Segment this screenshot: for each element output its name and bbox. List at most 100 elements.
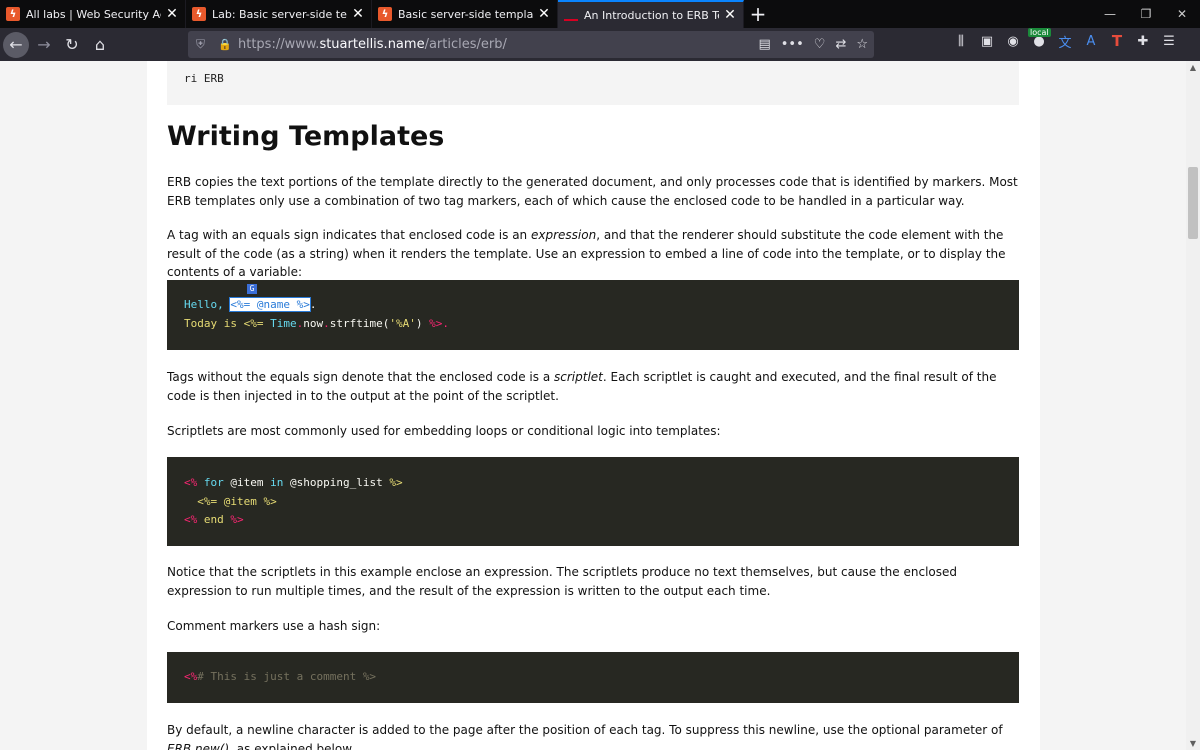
code-token: ) — [415, 316, 430, 330]
scroll-up-icon[interactable]: ▲ — [1186, 63, 1200, 72]
code-token: '%A' — [389, 316, 416, 330]
code-line: Hello, <%= @name %>. — [184, 296, 1002, 315]
portswigger-icon: ϟ — [6, 7, 20, 21]
code-token: @shopping_list — [283, 476, 390, 489]
code-token: end — [197, 513, 231, 526]
code-block-ri: ri ERB — [167, 61, 1019, 105]
navigation-toolbar: ← → ↻ ⌂ ⛨ 🔒 https://www.stuartellis.name… — [0, 28, 1200, 61]
back-button[interactable]: ← — [3, 31, 29, 58]
new-tab-button[interactable]: + — [744, 0, 772, 28]
reader-view-icon[interactable]: ▤ — [758, 37, 770, 52]
close-tab-icon[interactable]: ✕ — [723, 7, 737, 23]
emphasis: ERB.new() — [167, 741, 230, 750]
url-bar[interactable]: ⛨ 🔒 https://www.stuartellis.name/article… — [188, 31, 874, 58]
code-token: . — [309, 298, 317, 311]
paragraph-text: By default, a newline character is added… — [167, 723, 1003, 737]
code-token: . — [442, 316, 449, 330]
minimize-icon[interactable]: — — [1092, 0, 1128, 28]
site-favicon-icon — [564, 15, 578, 21]
paragraph: Notice that the scriptlets in this examp… — [167, 565, 957, 598]
article-content: ri ERB Writing Templates ERB copies the … — [147, 61, 1040, 750]
code-line: ri ERB — [184, 72, 224, 85]
reload-button[interactable]: ↻ — [59, 32, 85, 58]
translate-popup-icon[interactable]: G — [247, 284, 257, 294]
code-token: %> — [389, 476, 403, 489]
foxyproxy-icon[interactable]: local ● — [1028, 28, 1051, 50]
code-token: <% — [184, 513, 198, 526]
t-extension-icon[interactable]: T — [1108, 32, 1126, 50]
selected-text[interactable]: <%= @name %> — [229, 297, 311, 312]
page-actions-icon[interactable]: ••• — [781, 37, 804, 52]
paragraph: Tags without the equals sign denote that… — [167, 368, 1019, 405]
code-token: now — [303, 316, 324, 330]
paragraph-text: A tag with an equals sign indicates that… — [167, 228, 531, 242]
code-token: . — [323, 316, 330, 330]
menu-icon[interactable]: ☰ — [1160, 32, 1178, 50]
local-badge: local — [1028, 28, 1051, 37]
url-host: stuartellis.name — [319, 37, 425, 52]
bookmark-star-icon[interactable]: ☆ — [856, 37, 868, 52]
library-icon[interactable]: ⫼ — [952, 32, 970, 50]
home-button[interactable]: ⌂ — [87, 32, 113, 58]
language-extension-icon[interactable]: A — [1082, 32, 1100, 50]
paragraph: By default, a newline character is added… — [167, 721, 1019, 750]
code-token: # This is just a comment %> — [197, 670, 377, 683]
close-window-icon[interactable]: ✕ — [1164, 0, 1200, 28]
tab-erb-intro[interactable]: An Introduction to ERB Templating ✕ — [558, 0, 744, 28]
vertical-scrollbar[interactable]: ▲ ▼ — [1186, 61, 1200, 750]
code-token: %> — [230, 513, 244, 526]
tab-label: An Introduction to ERB Templating — [584, 8, 719, 22]
code-line: Today is <%= Time.now.strftime('%A') %>. — [184, 315, 1002, 334]
code-line: <% for @item in @shopping_list %> — [184, 474, 1002, 493]
url-prefix: https://www. — [238, 37, 320, 52]
restore-icon[interactable]: ❐ — [1128, 0, 1164, 28]
pocket-icon[interactable]: ♡ — [814, 37, 826, 52]
scrollbar-thumb[interactable] — [1188, 167, 1198, 239]
tab-bar: ϟ All labs | Web Security Academy ✕ ϟ La… — [0, 0, 1200, 28]
code-token: strftime( — [329, 316, 390, 330]
code-token: Time — [270, 316, 297, 330]
url-text[interactable]: https://www.stuartellis.name/articles/er… — [238, 37, 507, 52]
toolbar-right: ⫼ ▣ ◉ local ● 文 A T ✚ ☰ — [952, 28, 1178, 51]
paragraph-text: Tags without the equals sign denote that… — [167, 370, 554, 384]
tab-label: Basic server-side template injection — [398, 7, 533, 21]
code-token: for — [197, 476, 231, 489]
code-line: <%= @item %> — [184, 494, 277, 508]
paragraph: ERB copies the text portions of the temp… — [167, 175, 1018, 208]
translate-icon[interactable]: ⇄ — [835, 37, 846, 52]
emphasis: expression — [530, 228, 597, 242]
tracking-shield-icon[interactable]: ⛨ — [196, 37, 210, 52]
extensions-icon[interactable]: ✚ — [1134, 32, 1152, 50]
code-token: in — [270, 476, 284, 489]
code-token: %> — [429, 316, 443, 330]
tab-basic-ssti[interactable]: ϟ Basic server-side template injection ✕ — [372, 0, 558, 28]
lock-icon[interactable]: 🔒 — [218, 38, 232, 51]
account-icon[interactable]: ◉ — [1004, 32, 1022, 50]
forward-button[interactable]: → — [31, 32, 57, 58]
urlbar-actions: ▤ ••• ♡ ⇄ ☆ — [758, 37, 868, 52]
close-tab-icon[interactable]: ✕ — [351, 6, 365, 22]
tab-label: All labs | Web Security Academy — [26, 7, 161, 21]
code-token: Hello, — [184, 298, 231, 311]
paragraph: A tag with an equals sign indicates that… — [167, 226, 1019, 282]
paragraph-text: , as explained below. — [229, 741, 355, 750]
code-block-expression: G Hello, <%= @name %>. Today is <%= Time… — [167, 280, 1019, 350]
sidebar-icon[interactable]: ▣ — [978, 32, 996, 50]
paragraph: Scriptlets are most commonly used for em… — [167, 424, 721, 438]
code-token: <% — [184, 476, 198, 489]
code-block-comment: <%# This is just a comment %> — [167, 652, 1019, 703]
window-controls: — ❐ ✕ — [1092, 0, 1200, 28]
code-token: @item — [230, 476, 271, 489]
paragraph: Comment markers use a hash sign: — [167, 619, 381, 633]
close-tab-icon[interactable]: ✕ — [537, 6, 551, 22]
portswigger-icon: ϟ — [378, 7, 392, 21]
scroll-down-icon[interactable]: ▼ — [1186, 739, 1200, 748]
page-viewport: ri ERB Writing Templates ERB copies the … — [0, 61, 1186, 750]
tab-all-labs[interactable]: ϟ All labs | Web Security Academy ✕ — [0, 0, 186, 28]
emphasis: scriptlet — [554, 370, 603, 384]
tab-lab-ssti[interactable]: ϟ Lab: Basic server-side template inject… — [186, 0, 372, 28]
code-line: <% end %> — [184, 511, 1002, 530]
translate-extension-icon[interactable]: 文 — [1056, 32, 1074, 51]
section-heading: Writing Templates — [167, 121, 445, 152]
close-tab-icon[interactable]: ✕ — [165, 6, 179, 22]
